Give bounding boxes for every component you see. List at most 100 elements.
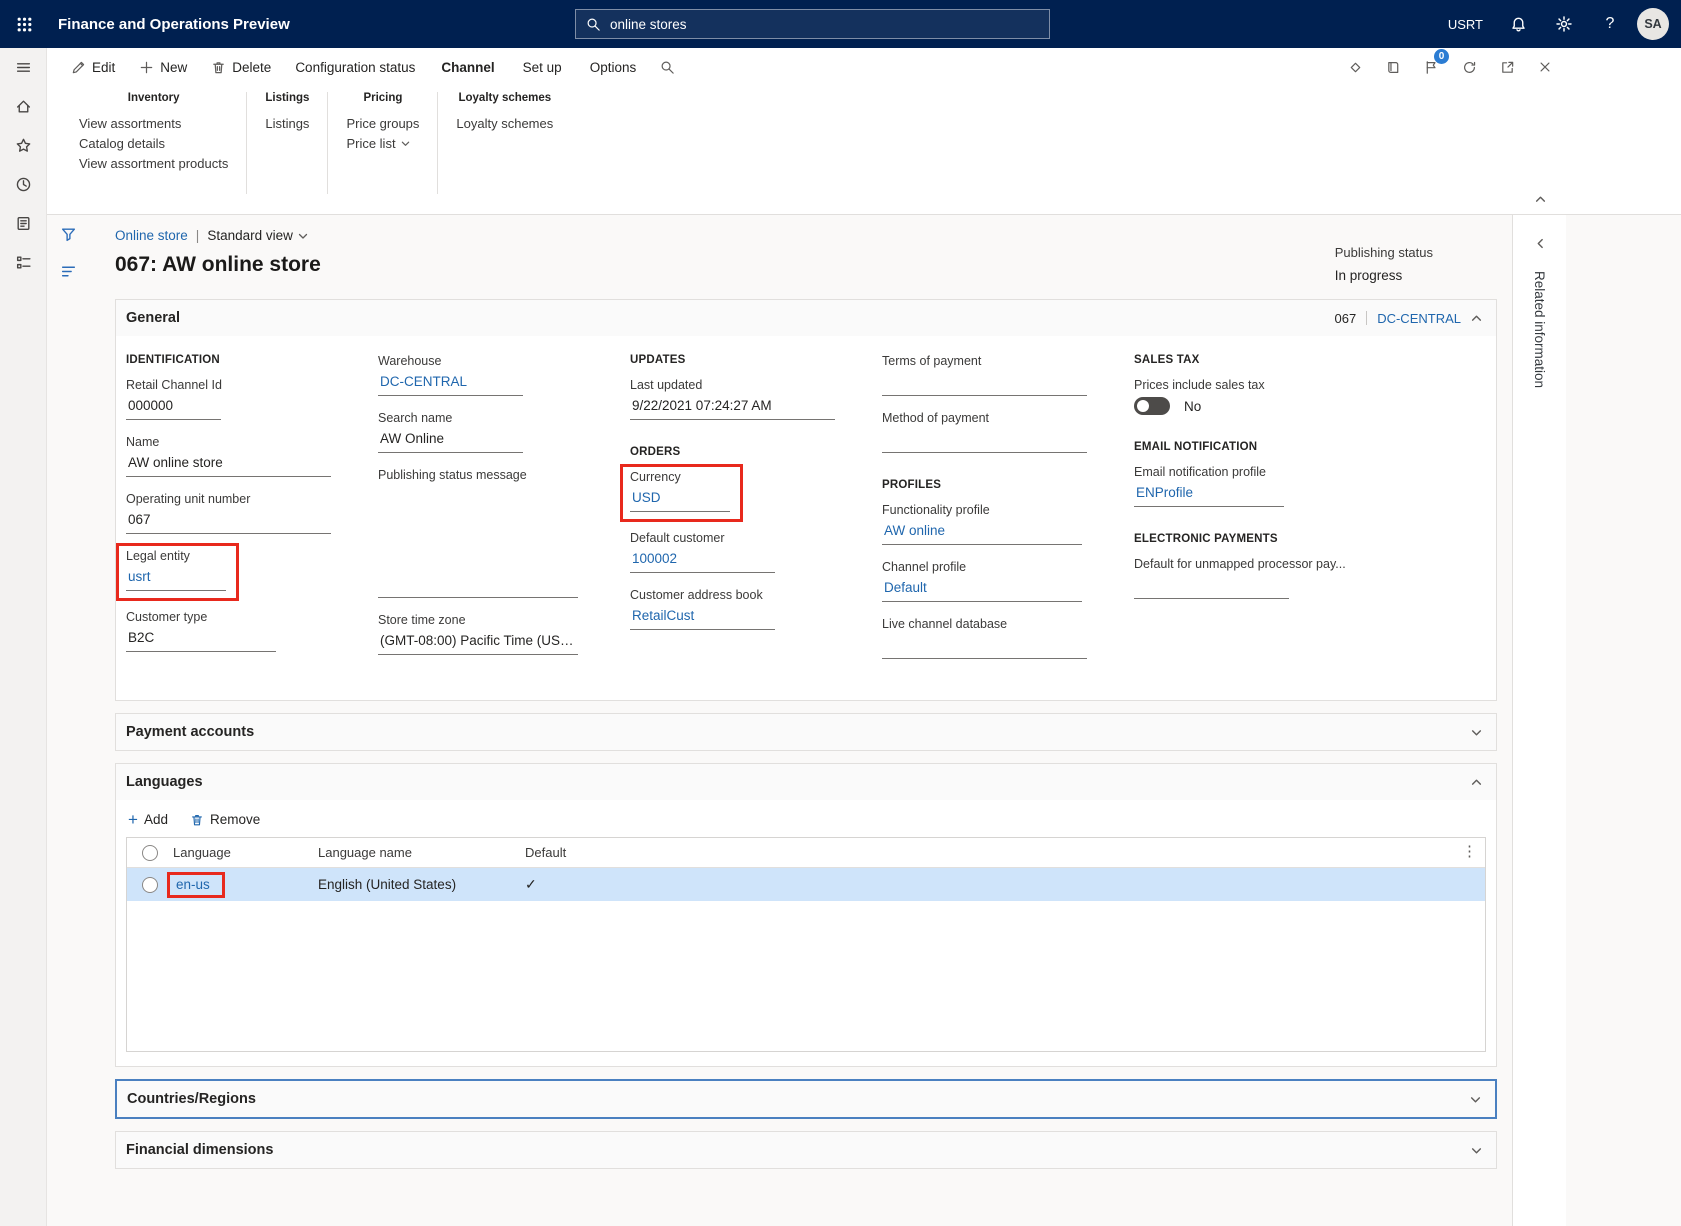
functionality-profile-link[interactable]: AW online <box>884 523 945 538</box>
customer-address-book-link[interactable]: RetailCust <box>632 608 694 623</box>
close-icon[interactable] <box>1529 53 1561 81</box>
field-customer-type: Customer type B2C <box>126 610 378 652</box>
menu-item-view-assortments[interactable]: View assortments <box>79 113 228 133</box>
workspaces-list-icon[interactable] <box>0 243 47 282</box>
column-header-language-name[interactable]: Language name <box>318 845 525 860</box>
search-name-input[interactable]: AW Online <box>378 430 523 453</box>
customer-address-book-input[interactable]: RetailCust <box>630 607 775 630</box>
chevron-up-icon[interactable] <box>1471 777 1482 788</box>
functionality-profile-input[interactable]: AW online <box>882 522 1082 545</box>
legal-entity-input[interactable]: usrt <box>126 568 226 591</box>
channel-profile-input[interactable]: Default <box>882 579 1082 602</box>
delete-button[interactable]: Delete <box>201 52 281 82</box>
section-languages-header[interactable]: Languages <box>116 764 1496 800</box>
breadcrumb-separator: | <box>195 228 200 243</box>
remove-language-button[interactable]: Remove <box>190 812 260 827</box>
menu-item-price-groups[interactable]: Price groups <box>346 113 419 133</box>
column-header-language[interactable]: Language <box>173 845 318 860</box>
chevron-down-icon[interactable] <box>1470 1094 1481 1105</box>
divider <box>1366 311 1368 325</box>
favorites-star-icon[interactable] <box>0 126 47 165</box>
currency-input[interactable]: USD <box>630 489 730 512</box>
toggle-knob <box>1137 400 1149 412</box>
publishing-status-message-input[interactable] <box>378 575 578 598</box>
menu-item-view-assortment-products[interactable]: View assortment products <box>79 153 228 173</box>
sales-tax-toggle[interactable] <box>1134 397 1170 415</box>
section-financial-dimensions-header[interactable]: Financial dimensions <box>116 1132 1496 1168</box>
menu-item-loyalty-schemes[interactable]: Loyalty schemes <box>456 113 553 133</box>
company-book-icon[interactable] <box>1377 53 1409 81</box>
section-general-header[interactable]: General 067 DC-CENTRAL <box>116 300 1496 336</box>
column-header-default[interactable]: Default <box>525 845 1485 860</box>
chevron-down-icon[interactable] <box>1471 1145 1482 1156</box>
collapse-action-pane-chevron-icon[interactable] <box>1527 190 1553 208</box>
breadcrumb-online-store-link[interactable]: Online store <box>115 228 188 243</box>
view-selector[interactable]: Standard view <box>207 228 308 243</box>
action-pane: Edit New Delete Configuration status Cha… <box>47 48 1681 215</box>
email-notification-profile-link[interactable]: ENProfile <box>1136 485 1193 500</box>
notifications-bell-icon[interactable] <box>1499 0 1537 48</box>
menu-item-listings[interactable]: Listings <box>265 113 309 133</box>
store-time-zone-input[interactable]: (GMT-08:00) Pacific Time (US & ... <box>378 632 578 655</box>
filter-funnel-icon[interactable] <box>60 226 77 243</box>
legal-entity-link[interactable]: usrt <box>128 569 151 584</box>
terms-of-payment-input[interactable] <box>882 373 1087 396</box>
avatar[interactable]: SA <box>1637 8 1669 40</box>
tab-channel[interactable]: Channel <box>429 52 506 82</box>
warehouse-link[interactable]: DC-CENTRAL <box>380 374 467 389</box>
open-in-new-window-icon[interactable] <box>1491 53 1523 81</box>
help-icon[interactable]: ? <box>1591 0 1629 48</box>
home-icon[interactable] <box>0 87 47 126</box>
customer-type-input[interactable]: B2C <box>126 629 276 652</box>
related-information-tab[interactable]: Related information <box>1532 271 1547 388</box>
app-title[interactable]: Finance and Operations Preview <box>58 0 290 48</box>
electronic-payments-default-input[interactable] <box>1134 576 1289 599</box>
chevron-left-icon[interactable] <box>1513 225 1567 261</box>
email-notification-profile-input[interactable]: ENProfile <box>1134 484 1284 507</box>
retail-channel-id-input[interactable]: 000000 <box>126 397 221 420</box>
add-language-button[interactable]: + Add <box>128 809 168 829</box>
menu-item-price-list[interactable]: Price list <box>346 133 419 153</box>
messages-flag-icon[interactable]: 0 <box>1415 49 1449 81</box>
language-en-us-link[interactable]: en-us <box>176 877 210 892</box>
language-row[interactable]: en-us English (United States) ✓ <box>127 868 1485 901</box>
refresh-icon[interactable] <box>1453 53 1485 81</box>
edit-button[interactable]: Edit <box>61 52 125 82</box>
configuration-status-button[interactable]: Configuration status <box>285 52 425 82</box>
section-payment-accounts-header[interactable]: Payment accounts <box>116 714 1496 750</box>
channel-profile-link[interactable]: Default <box>884 580 927 595</box>
global-search-box[interactable]: online stores <box>575 9 1050 39</box>
tab-options[interactable]: Options <box>578 52 649 82</box>
action-pane-search-icon[interactable] <box>660 60 675 75</box>
name-input[interactable]: AW online store <box>126 454 331 477</box>
chevron-down-icon[interactable] <box>1471 727 1482 738</box>
method-of-payment-input[interactable] <box>882 430 1087 453</box>
recent-clock-icon[interactable] <box>0 165 47 204</box>
waffle-menu-icon[interactable] <box>0 0 48 48</box>
plus-icon: + <box>128 809 138 829</box>
operating-unit-number-input[interactable]: 067 <box>126 511 331 534</box>
general-warehouse-link[interactable]: DC-CENTRAL <box>1377 311 1461 326</box>
grid-options-icon[interactable]: ⋮ <box>1462 842 1477 860</box>
chevron-up-icon[interactable] <box>1471 313 1482 324</box>
new-button[interactable]: New <box>129 52 197 82</box>
expand-nav-hamburger-icon[interactable] <box>0 48 47 87</box>
default-customer-input[interactable]: 100002 <box>630 550 775 573</box>
row-select-radio[interactable] <box>142 876 158 893</box>
action-pane-right-icons: 0 <box>1339 49 1561 81</box>
personalize-icon[interactable] <box>1339 53 1371 81</box>
settings-gear-icon[interactable] <box>1545 0 1583 48</box>
menu-item-catalog-details[interactable]: Catalog details <box>79 133 228 153</box>
select-all-radio[interactable] <box>142 844 158 861</box>
warehouse-input[interactable]: DC-CENTRAL <box>378 373 523 396</box>
field-live-channel-database: Live channel database <box>882 617 1134 659</box>
currency-link[interactable]: USD <box>632 490 661 505</box>
environment-label[interactable]: USRT <box>1448 17 1483 32</box>
default-customer-link[interactable]: 100002 <box>632 551 677 566</box>
last-updated-input[interactable]: 9/22/2021 07:24:27 AM <box>630 397 835 420</box>
view-options-lines-icon[interactable] <box>60 263 77 280</box>
forms-icon[interactable] <box>0 204 47 243</box>
live-channel-database-input[interactable] <box>882 636 1087 659</box>
tab-set-up[interactable]: Set up <box>511 52 574 82</box>
section-countries-regions-header[interactable]: Countries/Regions <box>117 1081 1495 1117</box>
